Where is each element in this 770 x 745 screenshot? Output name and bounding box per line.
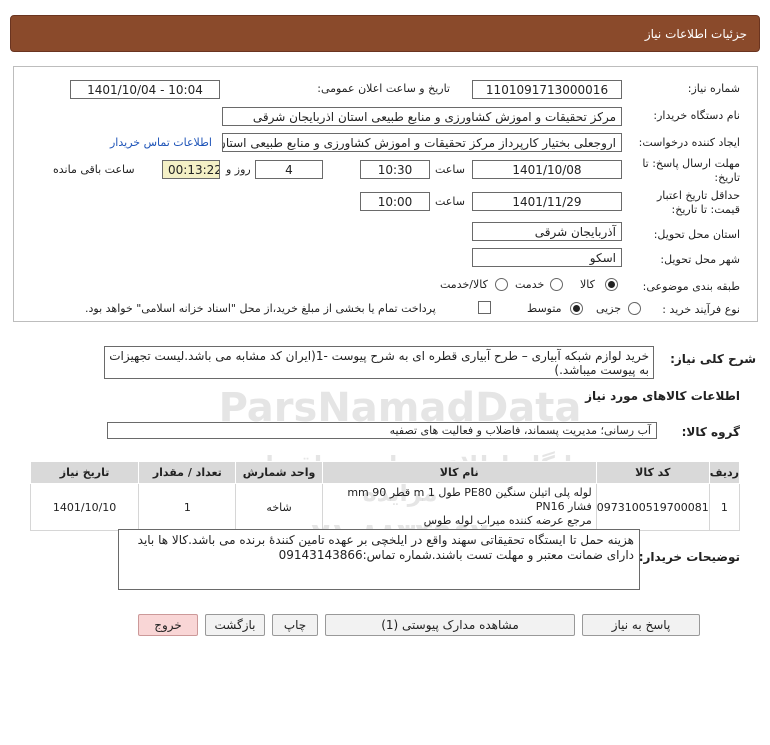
category-radio-service[interactable] bbox=[550, 278, 563, 291]
table-row[interactable]: 1 0973100519700081 لوله پلی اتیلن سنگین … bbox=[29, 483, 741, 531]
goods-table: ردیف کد کالا نام کالا واحد شمارش تعداد /… bbox=[29, 461, 741, 531]
table-header-row: ردیف کد کالا نام کالا واحد شمارش تعداد /… bbox=[29, 461, 741, 484]
validity-label-2: قیمت: تا تاریخ: bbox=[671, 203, 740, 216]
buyer-notes-field[interactable]: هزینه حمل تا ایستگاه تحقیقاتی سهند واقع … bbox=[118, 529, 640, 590]
days-label: روز و bbox=[226, 163, 251, 176]
cell-qty: 1 bbox=[138, 483, 237, 531]
category-option-goods: کالا bbox=[580, 278, 595, 291]
validity-date-field[interactable]: 1401/11/29 bbox=[472, 192, 622, 211]
process-radio-medium[interactable] bbox=[570, 302, 583, 315]
validity-label: حداقل تاریخ اعتبار bbox=[656, 189, 740, 202]
cell-code: 0973100519700081 bbox=[595, 483, 710, 531]
col-name: نام کالا bbox=[321, 461, 597, 484]
validity-time-label: ساعت bbox=[435, 195, 465, 208]
cell-name-line1: لوله پلی اتیلن سنگین PE80 طول 1 m قطر 90… bbox=[347, 486, 592, 513]
buyer-org-field[interactable]: مرکز تحقیقات و اموزش کشاورزی و منابع طبی… bbox=[222, 107, 622, 126]
back-button[interactable]: بازگشت bbox=[205, 614, 265, 636]
goods-group-label: گروه کالا: bbox=[681, 425, 740, 439]
cell-name-line2: مرجع عرضه کننده میراب لوله طوس bbox=[423, 514, 592, 527]
announce-label: تاریخ و ساعت اعلان عمومی: bbox=[317, 82, 450, 95]
category-option-service: خدمت bbox=[515, 278, 545, 291]
col-date: تاریخ نیاز bbox=[29, 461, 140, 484]
announce-field[interactable]: 1401/10/04 - 10:04 bbox=[70, 80, 220, 99]
process-option-minor: جزیی bbox=[596, 302, 622, 315]
buyer-notes-label: توضیحات خریدار: bbox=[638, 550, 740, 564]
col-code: کد کالا bbox=[595, 461, 710, 484]
contact-info-link[interactable]: اطلاعات تماس خریدار bbox=[110, 136, 212, 149]
treasury-payment-note: پرداخت تمام یا بخشی از مبلغ خرید،از محل … bbox=[85, 302, 436, 315]
page-title: جزئیات اطلاعات نیاز bbox=[644, 27, 747, 41]
deadline-time-label: ساعت bbox=[435, 163, 465, 176]
process-label: نوع فرآیند خرید : bbox=[662, 303, 740, 316]
reply-button[interactable]: پاسخ به نیاز bbox=[582, 614, 700, 636]
deadline-time-field[interactable]: 10:30 bbox=[360, 160, 430, 179]
col-qty: تعداد / مقدار bbox=[138, 461, 237, 484]
city-label: شهر محل تحویل: bbox=[660, 253, 740, 266]
process-option-medium: متوسط bbox=[527, 302, 562, 315]
treasury-payment-checkbox[interactable] bbox=[478, 301, 491, 314]
cell-unit: شاخه bbox=[235, 483, 323, 531]
requester-label: ایجاد کننده درخواست: bbox=[638, 136, 740, 149]
category-radio-goods[interactable] bbox=[605, 278, 618, 291]
page-header: جزئیات اطلاعات نیاز bbox=[10, 15, 760, 52]
remaining-time-field: 00:13:22 bbox=[162, 160, 220, 179]
city-field[interactable]: اسکو bbox=[472, 248, 622, 267]
print-button[interactable]: چاپ bbox=[272, 614, 318, 636]
category-option-goods-service: کالا/خدمت bbox=[440, 278, 488, 291]
requester-field[interactable]: اروجعلی بختیار کارپرداز مرکز تحقیقات و ا… bbox=[222, 133, 622, 152]
category-radio-goods-service[interactable] bbox=[495, 278, 508, 291]
view-attachments-button[interactable]: مشاهده مدارک پیوستی (1) bbox=[325, 614, 575, 636]
deadline-label: مهلت ارسال پاسخ: تا bbox=[642, 157, 740, 170]
days-field[interactable]: 4 bbox=[255, 160, 323, 179]
cell-date: 1401/10/10 bbox=[29, 483, 140, 531]
deadline-label-2: تاریخ: bbox=[714, 171, 740, 184]
cell-row: 1 bbox=[708, 483, 741, 531]
category-label: طبقه بندی موضوعی: bbox=[642, 280, 740, 293]
remaining-label: ساعت باقی مانده bbox=[53, 163, 135, 176]
need-number-label: شماره نیاز: bbox=[687, 82, 740, 95]
validity-time-field[interactable]: 10:00 bbox=[360, 192, 430, 211]
exit-button[interactable]: خروج bbox=[138, 614, 198, 636]
col-row: ردیف bbox=[708, 461, 741, 484]
cell-name: لوله پلی اتیلن سنگین PE80 طول 1 m قطر 90… bbox=[321, 483, 597, 531]
goods-section-title: اطلاعات کالاهای مورد نیاز bbox=[585, 389, 740, 403]
province-label: استان محل تحویل: bbox=[653, 228, 740, 241]
need-number-field[interactable]: 1101091713000016 bbox=[472, 80, 622, 99]
buyer-org-label: نام دستگاه خریدار: bbox=[653, 109, 740, 122]
deadline-date-field[interactable]: 1401/10/08 bbox=[472, 160, 622, 179]
general-desc-field[interactable]: خرید لوازم شبکه آبیاری – طرح آبیاری قطره… bbox=[104, 346, 654, 379]
province-field[interactable]: آذربایجان شرقی bbox=[472, 222, 622, 241]
process-radio-minor[interactable] bbox=[628, 302, 641, 315]
goods-group-field[interactable]: آب رسانی؛ مدیریت پسماند، فاضلاب و فعالیت… bbox=[107, 422, 657, 439]
general-desc-label: شرح کلی نیاز: bbox=[670, 352, 756, 366]
col-unit: واحد شمارش bbox=[235, 461, 323, 484]
